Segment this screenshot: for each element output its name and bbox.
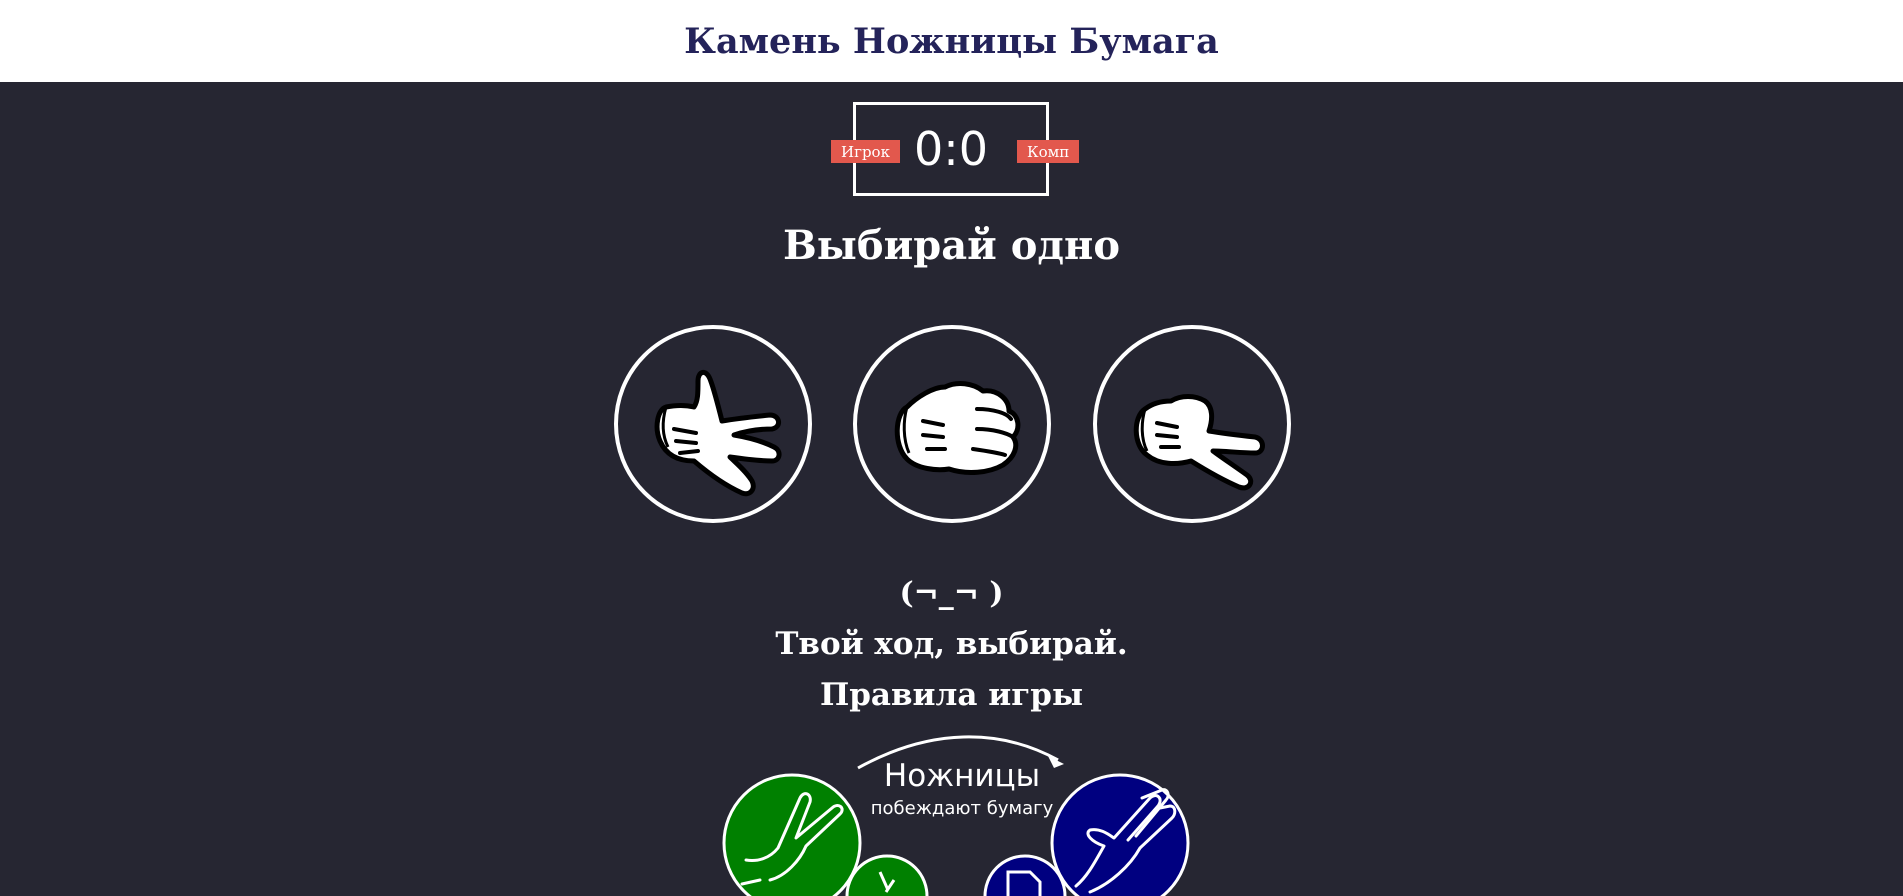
- rock-button[interactable]: [853, 325, 1051, 523]
- paper-button[interactable]: [614, 325, 812, 523]
- small-scissors-icon: [878, 871, 896, 893]
- page-title: Камень Ножницы Бумага: [684, 20, 1219, 62]
- choose-prompt: Выбирай одно: [782, 222, 1121, 269]
- computer-face: (¬_¬ ): [899, 576, 1004, 611]
- rules-arrow: [857, 735, 1059, 770]
- rule-outcome-label: побеждают бумагу: [871, 798, 1054, 819]
- user-label: Игрок: [831, 140, 900, 163]
- rules-link[interactable]: Правила игры: [0, 677, 1903, 713]
- two-fingers-icon: [1133, 394, 1265, 491]
- fist-icon: [894, 381, 1021, 475]
- paper-rule-circle: [1050, 773, 1190, 896]
- computer-label: Комп: [1017, 140, 1080, 163]
- page-header: Камень Ножницы Бумага: [0, 0, 1903, 82]
- score-display: 0:0: [913, 122, 989, 176]
- arrow-head-icon: [1048, 756, 1064, 768]
- paper-rule-icon: [1074, 788, 1177, 894]
- scissors-rule-circle: [722, 773, 862, 896]
- small-paper-circle: [983, 854, 1067, 896]
- scissors-button[interactable]: [1093, 325, 1291, 523]
- status-message: Твой ход, выбирай.: [775, 626, 1128, 662]
- rule-winner-label: Ножницы: [884, 758, 1040, 794]
- small-scissors-circle: [845, 854, 929, 896]
- document-icon: [1006, 870, 1042, 896]
- hand-open-icon: [654, 370, 782, 497]
- scissors-rule-icon: [740, 792, 844, 886]
